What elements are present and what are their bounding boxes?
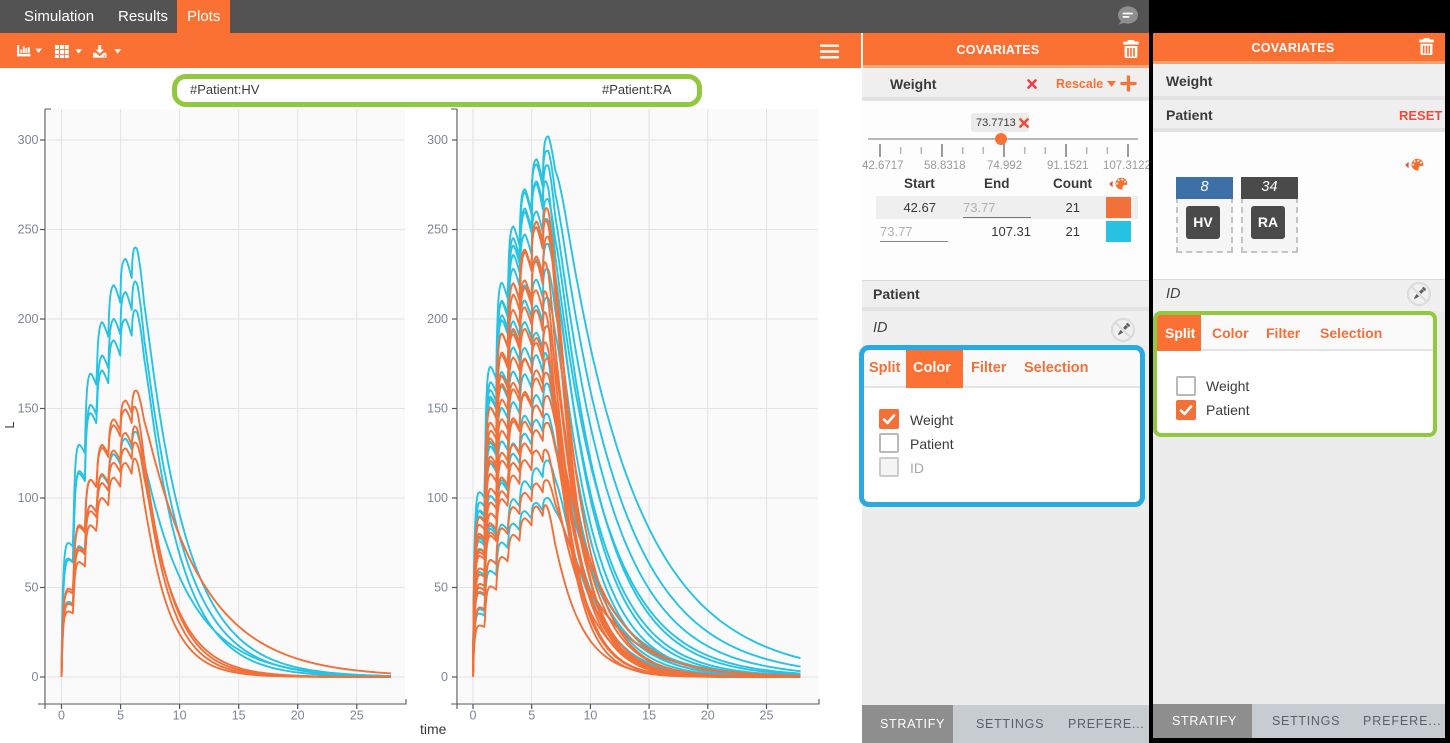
- svg-text:5: 5: [117, 709, 124, 723]
- svg-text:200: 200: [427, 312, 448, 326]
- svg-text:250: 250: [18, 223, 39, 237]
- svg-text:100: 100: [427, 491, 448, 505]
- svg-text:0: 0: [58, 709, 65, 723]
- svg-text:25: 25: [760, 709, 774, 723]
- svg-text:200: 200: [18, 312, 39, 326]
- svg-text:20: 20: [701, 709, 715, 723]
- svg-text:0: 0: [470, 709, 477, 723]
- svg-text:150: 150: [18, 402, 39, 416]
- svg-text:250: 250: [427, 223, 448, 237]
- svg-text:15: 15: [642, 709, 656, 723]
- svg-text:25: 25: [350, 709, 364, 723]
- svg-text:50: 50: [25, 581, 39, 595]
- svg-text:0: 0: [32, 670, 39, 684]
- svg-text:0: 0: [441, 670, 448, 684]
- svg-text:100: 100: [18, 491, 39, 505]
- svg-text:5: 5: [528, 709, 535, 723]
- svg-text:20: 20: [291, 709, 305, 723]
- svg-text:10: 10: [173, 709, 187, 723]
- svg-text:300: 300: [427, 133, 448, 147]
- svg-text:150: 150: [427, 402, 448, 416]
- svg-text:L: L: [2, 421, 17, 428]
- svg-text:50: 50: [434, 581, 448, 595]
- svg-text:10: 10: [583, 709, 597, 723]
- svg-text:15: 15: [232, 709, 246, 723]
- svg-text:time: time: [420, 721, 447, 737]
- svg-text:300: 300: [18, 133, 39, 147]
